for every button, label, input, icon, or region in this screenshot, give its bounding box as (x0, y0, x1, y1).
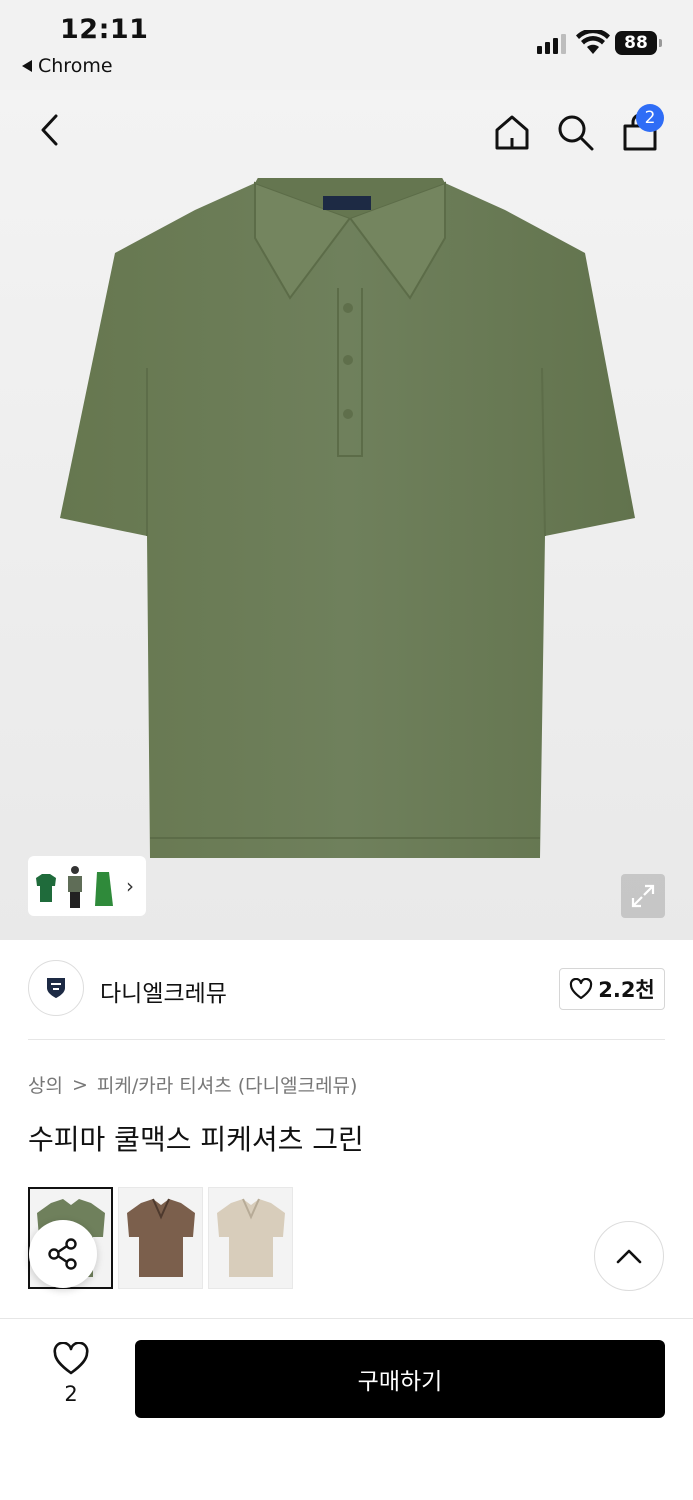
home-button[interactable] (490, 110, 534, 154)
thumbnail-image (68, 866, 82, 908)
product-title: 수피마 쿨맥스 피케셔츠 그린 (28, 1123, 364, 1156)
back-button[interactable] (30, 110, 70, 150)
search-icon (558, 115, 594, 151)
brand-row: 다니엘크레뮤 2.2천 (28, 960, 665, 1020)
share-icon (48, 1238, 77, 1270)
thumbnail-image (36, 874, 56, 902)
brand-logo[interactable] (28, 960, 84, 1016)
back-to-app-link[interactable]: Chrome (22, 55, 113, 77)
cart-count-badge: 2 (636, 104, 664, 132)
divider (28, 1039, 665, 1040)
breadcrumb-subcategory[interactable]: 피케/카라 티셔츠 (다니엘크레뮤) (97, 1071, 358, 1098)
back-app-label: Chrome (38, 55, 113, 77)
variant-thumbnail (216, 1198, 285, 1277)
variant-thumbnail (126, 1198, 195, 1277)
thumbnail-image (95, 872, 113, 906)
heart-icon (570, 978, 593, 1000)
product-image-area[interactable]: › (0, 90, 693, 940)
product-photo (60, 178, 635, 858)
brand-name[interactable]: 다니엘크레뮤 (100, 974, 227, 1008)
breadcrumb-category[interactable]: 상의 (28, 1071, 63, 1098)
scroll-to-top-button[interactable] (594, 1221, 664, 1291)
chevron-up-icon (616, 1249, 642, 1264)
battery-level: 88 (624, 33, 648, 53)
expand-icon (631, 884, 655, 908)
wishlist-count: 2 (64, 1382, 78, 1406)
cellular-signal-icon (537, 32, 566, 54)
brand-like-button[interactable]: 2.2천 (559, 968, 665, 1010)
buy-button[interactable]: 구매하기 (135, 1340, 665, 1418)
battery-indicator: 88 (615, 31, 662, 55)
search-button[interactable] (553, 110, 597, 154)
status-time: 12:11 (60, 14, 149, 45)
brand-shield-icon (47, 978, 65, 998)
bottom-bar-divider (0, 1318, 693, 1319)
breadcrumb-separator: > (71, 1073, 88, 1096)
home-icon (495, 115, 529, 150)
image-thumbnail-strip[interactable]: › (28, 856, 146, 916)
share-button[interactable] (29, 1220, 97, 1288)
wifi-icon (576, 30, 610, 54)
heart-icon (53, 1342, 89, 1375)
brand-like-count: 2.2천 (598, 978, 655, 1002)
expand-image-button[interactable] (621, 874, 665, 918)
breadcrumb: 상의 > 피케/카라 티셔츠 (다니엘크레뮤) (28, 1071, 357, 1098)
color-variant-brown[interactable] (118, 1187, 203, 1289)
status-bar: 12:11 Chrome 88 (0, 0, 693, 90)
wishlist-button[interactable]: 2 (40, 1342, 102, 1412)
back-triangle-icon (22, 60, 32, 72)
chevron-left-icon (41, 114, 58, 146)
color-variant-beige[interactable] (208, 1187, 293, 1289)
thumbnail-more-chevron: › (126, 874, 134, 898)
